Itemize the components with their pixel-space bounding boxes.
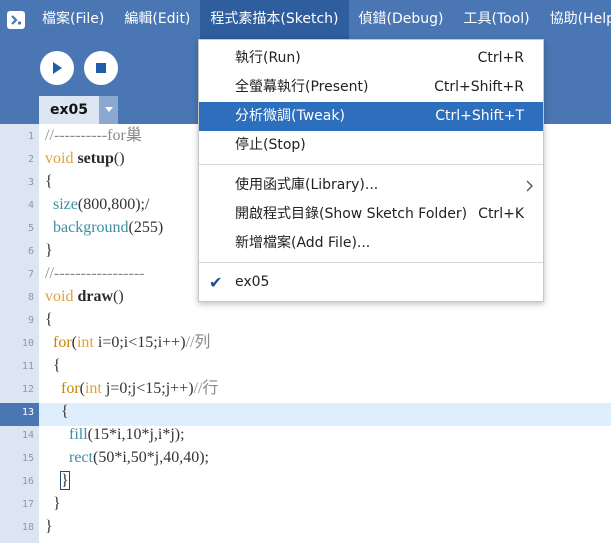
matching-brace: } bbox=[60, 471, 70, 490]
sketch-dropdown-menu: 執行(Run) Ctrl+R 全螢幕執行(Present) Ctrl+Shift… bbox=[198, 39, 544, 302]
menu-bar: 檔案(File) 編輯(Edit) 程式素描本(Sketch) 偵錯(Debug… bbox=[0, 0, 611, 39]
code-line: { bbox=[45, 311, 53, 328]
line-number: 12 bbox=[21, 384, 34, 395]
line-number: 8 bbox=[27, 292, 34, 303]
code-line-current: { bbox=[61, 403, 69, 420]
line-number: 14 bbox=[21, 430, 34, 441]
code-line: fill(15*i,10*j,i*j); bbox=[69, 426, 185, 443]
menu-item-sketch-ex05[interactable]: ✔ ex05 bbox=[199, 268, 543, 297]
line-number: 6 bbox=[27, 246, 34, 257]
line-number: 4 bbox=[27, 200, 34, 211]
line-number: 5 bbox=[27, 223, 34, 234]
menu-file[interactable]: 檔案(File) bbox=[32, 0, 114, 39]
line-number: 15 bbox=[21, 453, 34, 464]
code-line: } bbox=[45, 242, 53, 259]
line-number: 16 bbox=[21, 476, 34, 487]
stop-button[interactable] bbox=[84, 51, 118, 85]
code-line: size(800,800);/ bbox=[53, 196, 150, 213]
menu-edit[interactable]: 編輯(Edit) bbox=[114, 0, 200, 39]
code-line: { bbox=[45, 173, 53, 190]
code-line: void draw() bbox=[45, 288, 124, 305]
menu-item-library[interactable]: 使用函式庫(Library)... bbox=[199, 171, 543, 200]
checkmark-icon: ✔ bbox=[209, 273, 223, 292]
chevron-down-icon bbox=[104, 107, 113, 112]
play-icon bbox=[53, 62, 62, 74]
menu-item-show-sketch-folder[interactable]: 開啟程式目錄(Show Sketch Folder) Ctrl+K bbox=[199, 200, 543, 229]
code-line: } bbox=[45, 469, 70, 492]
code-line: //----------for巢 bbox=[45, 127, 142, 144]
code-line: void setup() bbox=[45, 150, 125, 167]
menu-tool[interactable]: 工具(Tool) bbox=[453, 0, 539, 39]
line-number-current: 13 bbox=[21, 407, 34, 418]
run-button[interactable] bbox=[40, 51, 74, 85]
code-line: background(255) bbox=[53, 219, 164, 236]
menu-sketch[interactable]: 程式素描本(Sketch) bbox=[200, 0, 349, 39]
code-line: for(int i=0;i<15;i++)//列 bbox=[53, 334, 211, 351]
tab-ex05[interactable]: ex05 bbox=[39, 96, 99, 124]
line-number: 17 bbox=[21, 499, 34, 510]
menu-help[interactable]: 協助(Help) bbox=[540, 0, 611, 39]
menu-item-stop[interactable]: 停止(Stop) bbox=[199, 131, 543, 160]
line-number: 11 bbox=[21, 361, 34, 372]
menu-item-tweak[interactable]: 分析微調(Tweak) Ctrl+Shift+T bbox=[199, 102, 543, 131]
stop-icon bbox=[96, 63, 106, 73]
code-line: } bbox=[45, 518, 53, 535]
line-number: 1 bbox=[27, 131, 34, 142]
code-line: { bbox=[53, 357, 61, 374]
line-number: 9 bbox=[27, 315, 34, 326]
code-line: } bbox=[53, 495, 61, 512]
tab-menu-button[interactable] bbox=[99, 96, 118, 124]
menu-item-present[interactable]: 全螢幕執行(Present) Ctrl+Shift+R bbox=[199, 73, 543, 102]
processing-logo-icon bbox=[6, 7, 26, 33]
code-line: //----------------- bbox=[45, 265, 145, 282]
menu-debug[interactable]: 偵錯(Debug) bbox=[349, 0, 454, 39]
menu-separator bbox=[199, 262, 543, 263]
line-number: 2 bbox=[27, 154, 34, 165]
line-number: 7 bbox=[27, 269, 34, 280]
line-number: 10 bbox=[21, 338, 34, 349]
menu-item-run[interactable]: 執行(Run) Ctrl+R bbox=[199, 44, 543, 73]
chevron-right-icon bbox=[526, 180, 533, 192]
menu-item-add-file[interactable]: 新增檔案(Add File)... bbox=[199, 229, 543, 258]
code-line: for(int j=0;j<15;j++)//行 bbox=[61, 380, 219, 397]
line-number: 18 bbox=[21, 522, 34, 533]
line-number: 3 bbox=[27, 177, 34, 188]
menu-separator bbox=[199, 164, 543, 165]
code-line: rect(50*i,50*j,40,40); bbox=[69, 449, 209, 466]
